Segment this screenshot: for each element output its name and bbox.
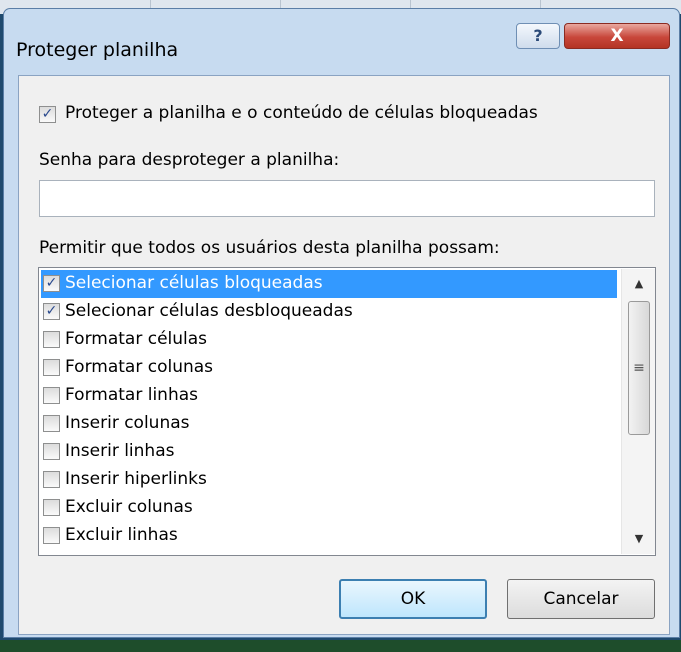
help-button[interactable]: ? — [516, 23, 560, 49]
item-checkbox[interactable] — [43, 387, 60, 404]
close-icon: X — [610, 26, 624, 46]
dialog-client-area: ✓ Proteger a planilha e o conteúdo de cé… — [18, 75, 670, 635]
item-checkbox[interactable]: ✓ — [43, 303, 60, 320]
protect-checkbox[interactable]: ✓ — [39, 106, 56, 123]
list-item-label: Inserir hiperlinks — [65, 469, 207, 489]
list-item-label: Inserir linhas — [65, 441, 175, 461]
item-checkbox[interactable] — [43, 331, 60, 348]
list-item[interactable]: ✓ Selecionar células desbloqueadas — [41, 298, 617, 326]
list-item-label: Selecionar células bloqueadas — [65, 273, 323, 293]
item-checkbox[interactable]: ✓ — [43, 275, 60, 292]
item-checkbox[interactable] — [43, 415, 60, 432]
password-label: Senha para desproteger a planilha: — [39, 150, 340, 170]
list-item[interactable]: Formatar linhas — [41, 382, 617, 410]
vertical-scrollbar[interactable]: ▲ ≡ ▼ — [621, 269, 655, 554]
item-checkbox[interactable] — [43, 527, 60, 544]
protect-checkbox-label: Proteger a planilha e o conteúdo de célu… — [65, 103, 538, 123]
list-item-label: Formatar linhas — [65, 385, 198, 405]
list-item-label: Formatar colunas — [65, 357, 214, 377]
scrollbar-thumb[interactable]: ≡ — [628, 301, 650, 435]
permissions-label: Permitir que todos os usuários desta pla… — [39, 238, 500, 258]
list-item[interactable]: Inserir colunas — [41, 410, 617, 438]
cancel-button[interactable]: Cancelar — [507, 579, 655, 619]
list-item[interactable]: Excluir linhas — [41, 522, 617, 550]
checkmark-icon: ✓ — [45, 275, 58, 291]
list-item-label: Excluir linhas — [65, 525, 178, 545]
ok-button[interactable]: OK — [339, 579, 487, 619]
list-item[interactable]: Inserir hiperlinks — [41, 466, 617, 494]
checkmark-icon: ✓ — [45, 303, 58, 319]
item-checkbox[interactable] — [43, 443, 60, 460]
dialog-window: Proteger planilha ? X ✓ Proteger a plani… — [3, 8, 680, 638]
list-item[interactable]: Inserir linhas — [41, 438, 617, 466]
item-checkbox[interactable] — [43, 499, 60, 516]
list-item[interactable]: Formatar colunas — [41, 354, 617, 382]
item-checkbox[interactable] — [43, 359, 60, 376]
permissions-list[interactable]: ✓ Selecionar células bloqueadas ✓ Seleci… — [38, 267, 656, 556]
scroll-down-arrow-icon[interactable]: ▼ — [622, 524, 655, 554]
checkmark-icon: ✓ — [41, 106, 54, 122]
list-item[interactable]: ✓ Selecionar células bloqueadas — [41, 270, 617, 298]
item-checkbox[interactable] — [43, 471, 60, 488]
help-icon: ? — [533, 26, 543, 45]
list-item[interactable]: Excluir colunas — [41, 494, 617, 522]
scroll-grip-icon: ≡ — [633, 360, 645, 376]
list-item-label: Selecionar células desbloqueadas — [65, 301, 353, 321]
list-item[interactable]: Formatar células — [41, 326, 617, 354]
background-bottom-strip — [0, 640, 681, 652]
password-input[interactable] — [39, 180, 655, 217]
dialog-title: Proteger planilha — [16, 39, 179, 61]
close-button[interactable]: X — [564, 23, 670, 49]
list-item-label: Inserir colunas — [65, 413, 190, 433]
list-item-label: Formatar células — [65, 329, 208, 349]
list-item-label: Excluir colunas — [65, 497, 193, 517]
scroll-up-arrow-icon[interactable]: ▲ — [622, 269, 655, 299]
